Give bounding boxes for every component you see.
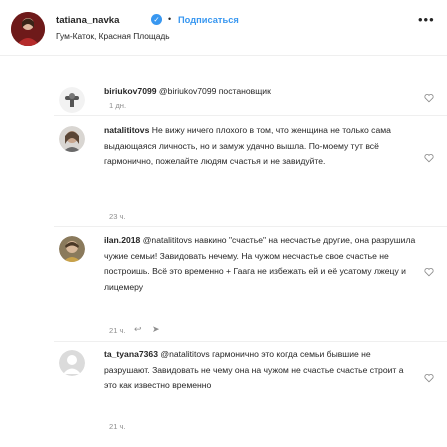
comment-body: natalititovs Не вижу ничего плохого в то…: [104, 123, 416, 170]
comment-body: biriukov7099 @biriukov7099 постановщик: [104, 84, 416, 100]
comment-divider: [54, 115, 447, 116]
commenter-avatar[interactable]: [59, 236, 85, 262]
comment-body: ta_tyana7363 @natalititovs гармонично эт…: [104, 347, 416, 394]
comment-username[interactable]: natalititovs: [104, 125, 149, 135]
comment-time: 23 ч.: [109, 212, 126, 221]
like-heart-icon[interactable]: [424, 267, 434, 277]
comment-divider: [54, 341, 447, 342]
verified-badge-icon: ✓: [151, 14, 162, 25]
comment-body: ilan.2018 @natalititovs навкино "счастье…: [104, 233, 416, 295]
author-avatar[interactable]: [11, 12, 45, 46]
comment-time: 1 дн.: [109, 101, 127, 110]
like-heart-icon[interactable]: [424, 373, 434, 383]
comment-text: @biriukov7099 постановщик: [156, 86, 271, 96]
commenter-avatar[interactable]: [59, 87, 85, 113]
separator-dot: •: [168, 14, 172, 24]
post-header: tatiana_navka ✓ • Подписаться Гум-Каток,…: [0, 0, 447, 56]
comment-username[interactable]: ta_tyana7363: [104, 349, 158, 359]
comment-divider: [54, 226, 447, 227]
reply-icon[interactable]: ↩: [134, 324, 142, 335]
share-icon[interactable]: ➤: [152, 324, 160, 335]
comment-time: 21 ч.: [109, 422, 126, 431]
comment-time: 21 ч.: [109, 326, 126, 335]
author-username[interactable]: tatiana_navka: [56, 15, 119, 26]
comment-username[interactable]: biriukov7099: [104, 86, 157, 96]
commenter-avatar[interactable]: [59, 350, 85, 376]
comment-username[interactable]: ilan.2018: [104, 235, 140, 245]
like-heart-icon[interactable]: [424, 153, 434, 163]
comment-text: @natalititovs навкино "счастье" на несча…: [104, 235, 416, 292]
post-location[interactable]: Гум-Каток, Красная Площадь: [56, 31, 170, 41]
more-options-icon[interactable]: •••: [418, 12, 435, 27]
commenter-avatar[interactable]: [59, 126, 85, 152]
like-heart-icon[interactable]: [424, 93, 434, 103]
follow-button[interactable]: Подписаться: [178, 15, 239, 25]
